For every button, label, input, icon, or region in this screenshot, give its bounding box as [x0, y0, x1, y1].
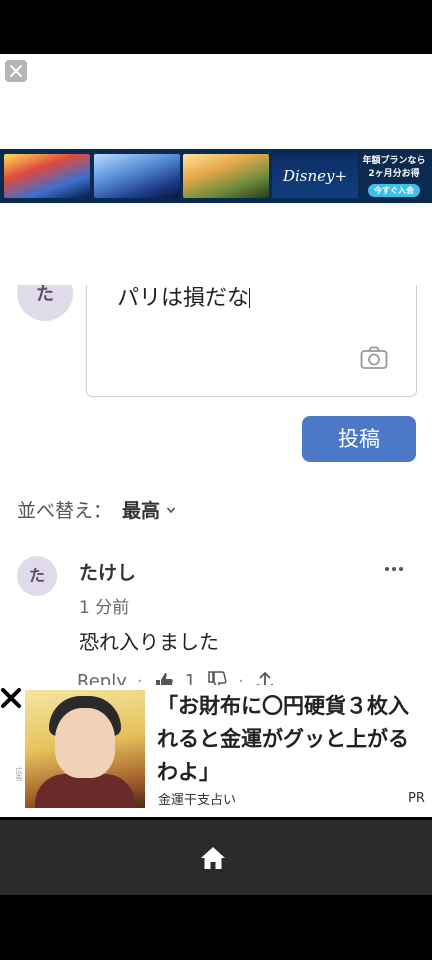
banner-tile-frozen: [94, 154, 180, 198]
home-icon[interactable]: [200, 846, 226, 870]
avatar[interactable]: た: [17, 556, 57, 596]
post-button[interactable]: 投稿: [302, 416, 416, 462]
disney-plus-logo: Disney+: [272, 154, 358, 198]
composer-text: パリは損だな: [117, 286, 250, 311]
comment-username[interactable]: たけし: [79, 558, 136, 585]
close-ad-button[interactable]: [5, 60, 27, 82]
comment-timestamp: 1 分前: [79, 598, 130, 618]
composer-avatar: た: [17, 285, 73, 321]
sort-value: 最高: [122, 500, 161, 522]
system-bottom-area: [0, 895, 432, 960]
composer-input[interactable]: パリは損だな: [117, 285, 251, 312]
more-dot: [399, 567, 403, 571]
bottom-nav-bar: [0, 817, 432, 895]
ad-pr-label: PR: [408, 791, 425, 806]
text-caret: [249, 288, 251, 308]
camera-icon[interactable]: [360, 346, 388, 370]
ad-source: 金運干支占い: [158, 793, 237, 808]
page: Disney+ 年額プランなら 2ヶ月分お得 今すぐ入会 た パリは損だな 投稿…: [0, 0, 432, 960]
promo-line-1: 年額プランなら: [362, 155, 426, 166]
disney-plus-banner-ad[interactable]: Disney+ 年額プランなら 2ヶ月分お得 今すぐ入会: [0, 149, 432, 203]
banner-tile-tangled: [183, 154, 269, 198]
more-options-button[interactable]: [380, 557, 408, 581]
promo-line-2: 2ヶ月分お得: [368, 168, 420, 179]
disney-plus-logo-text: Disney+: [282, 167, 348, 185]
more-dot: [392, 567, 396, 571]
close-icon[interactable]: [0, 687, 22, 709]
banner-tile-mickey: [4, 154, 90, 198]
ad-side-label: 広告: [15, 767, 23, 781]
fortune-ad[interactable]: 広告 「お財布に〇円硬貨３枚入れると金運がグッと上がるわよ」 金運干支占い PR: [0, 685, 432, 813]
photo-face: [55, 708, 115, 778]
comment-composer[interactable]: パリは損だな: [86, 285, 417, 397]
more-dot: [385, 567, 389, 571]
photo-shirt: [35, 774, 135, 808]
status-bar: [0, 0, 432, 54]
chevron-down-icon: [166, 506, 176, 513]
ad-photo: [25, 690, 145, 808]
comment-text: 恐れ入りました: [79, 630, 219, 654]
banner-promo: 年額プランなら 2ヶ月分お得 今すぐ入会: [360, 154, 428, 198]
sort-label: 並べ替え：: [17, 500, 113, 522]
ad-headline[interactable]: 「お財布に〇円硬貨３枚入れると金運がグッと上がるわよ」: [157, 690, 427, 789]
sort-dropdown[interactable]: 並べ替え： 最高: [17, 496, 176, 523]
close-icon: [10, 65, 22, 77]
join-now-button[interactable]: 今すぐ入会: [368, 183, 420, 197]
